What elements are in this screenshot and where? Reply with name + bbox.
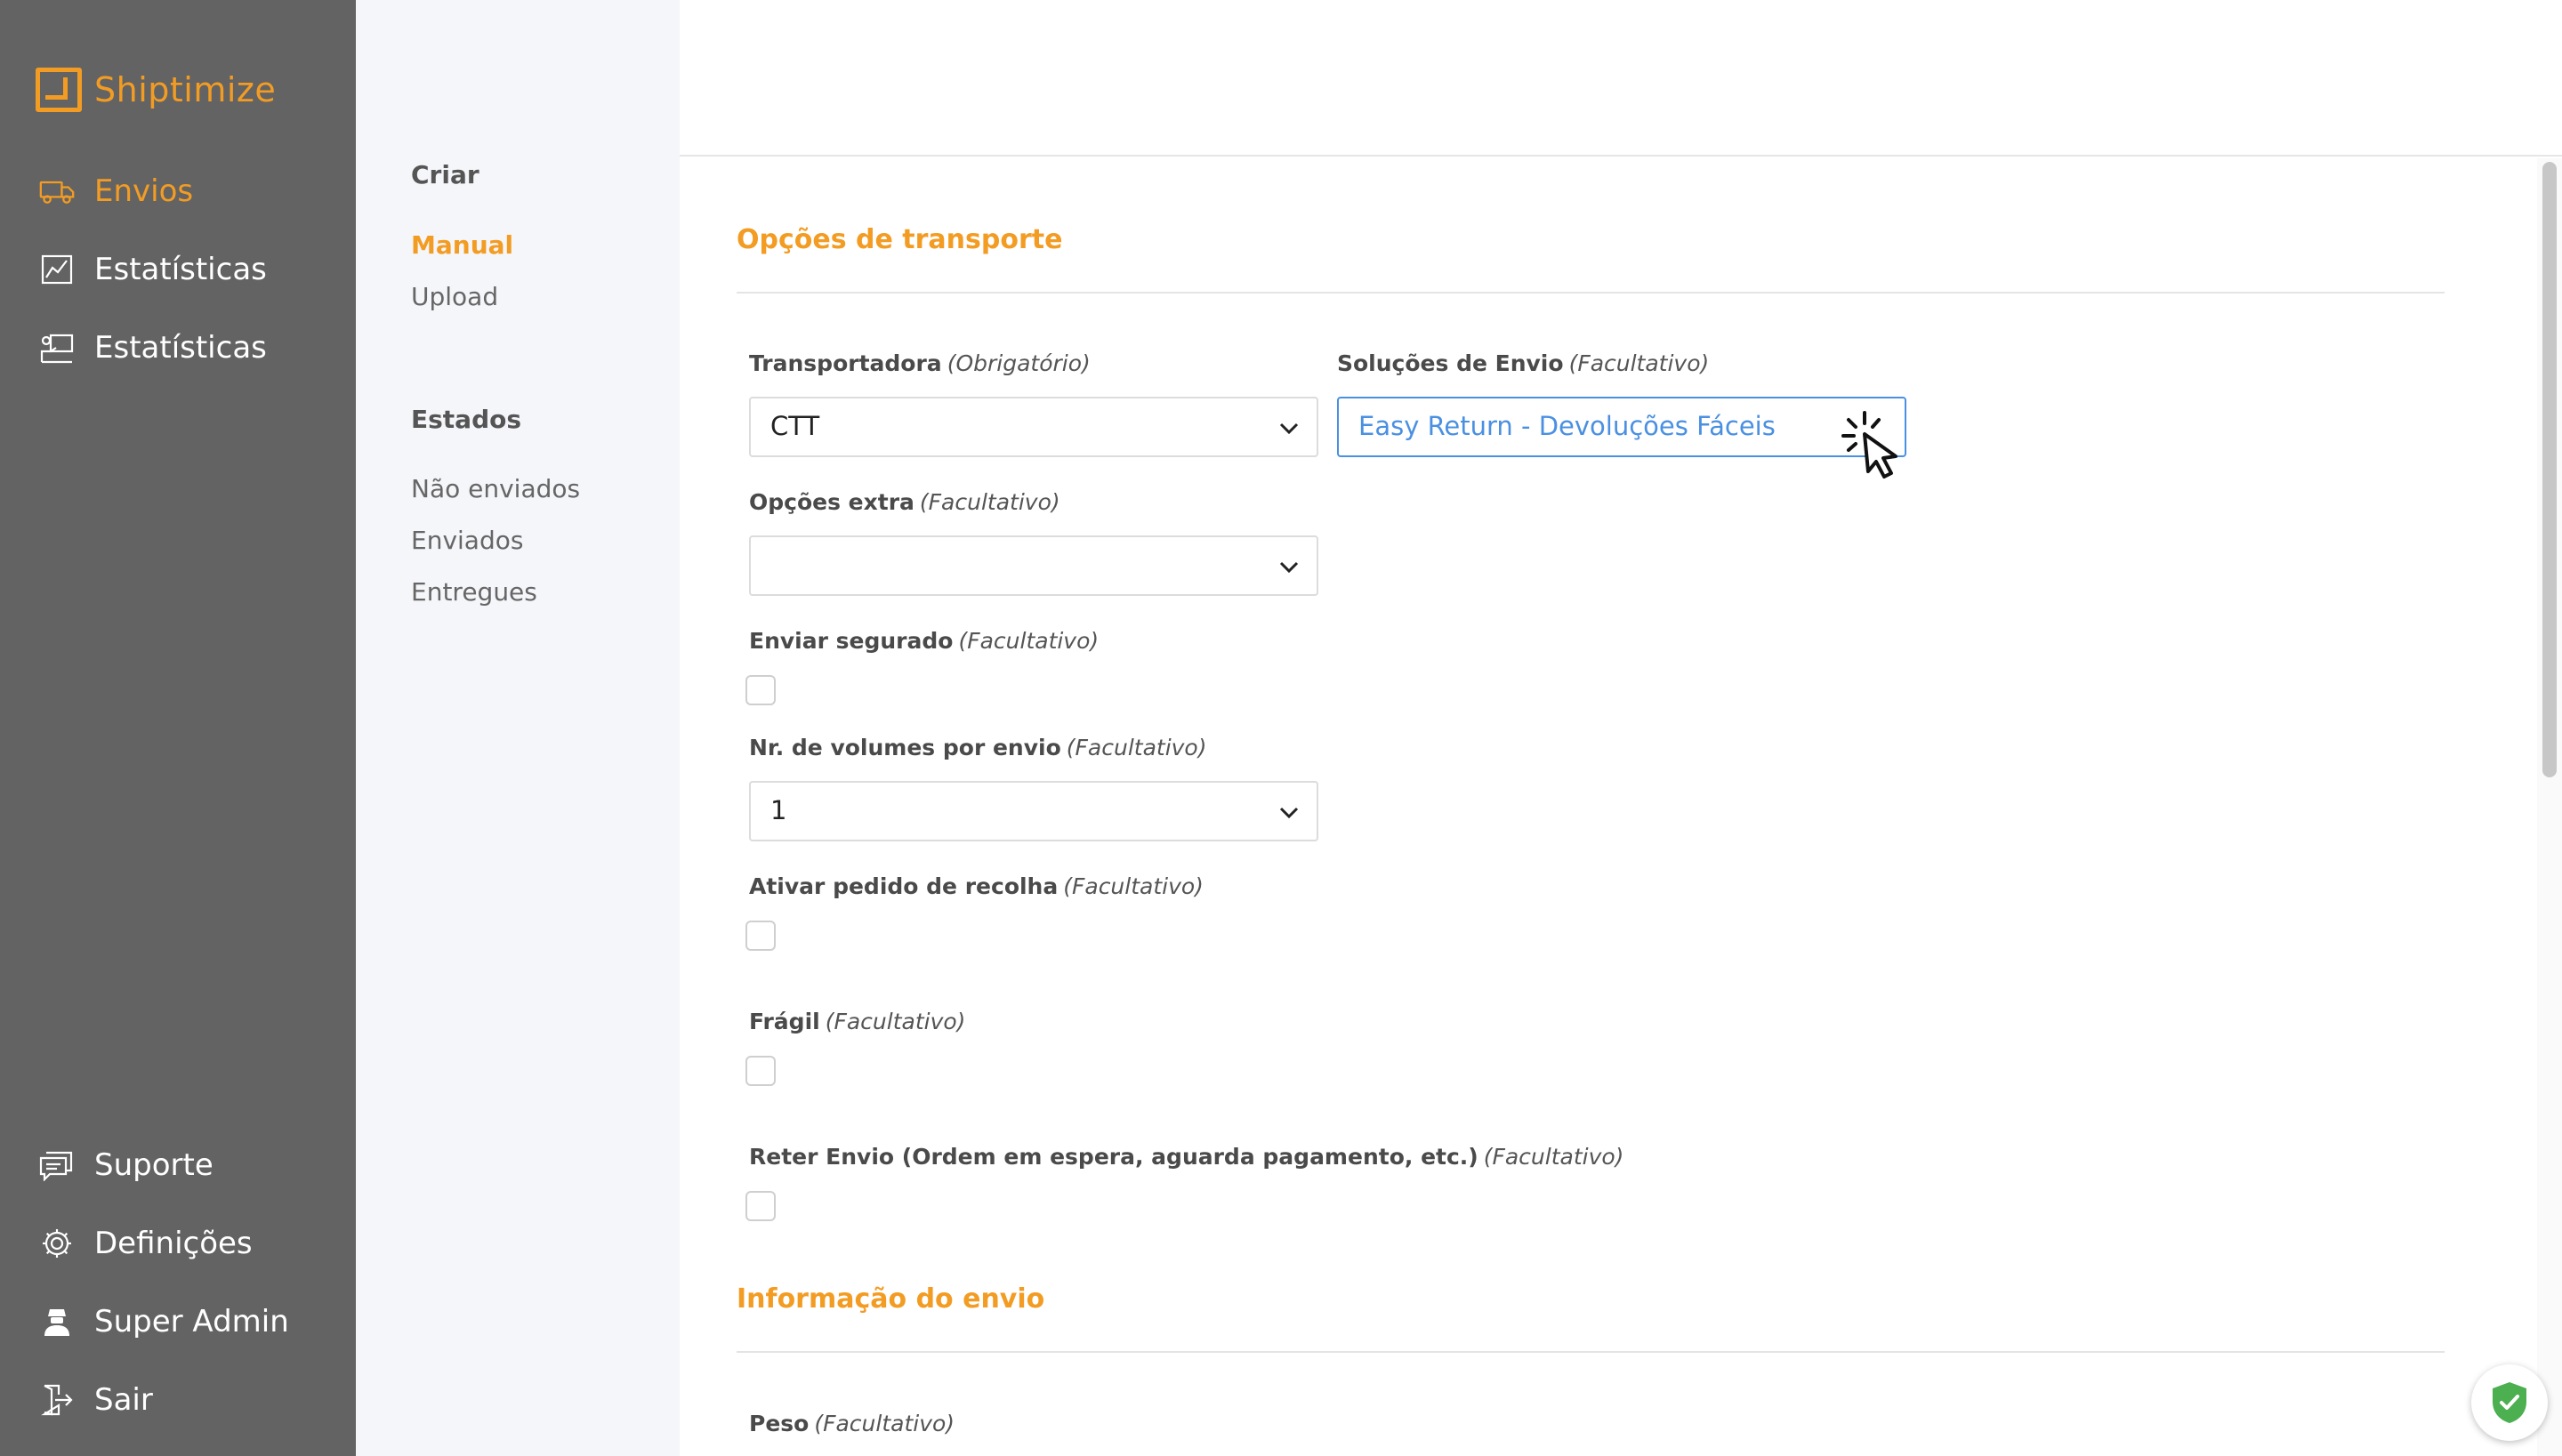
user-admin-icon bbox=[39, 1304, 75, 1339]
section-title-transport: Opções de transporte bbox=[737, 224, 1063, 255]
hold-label-text: Reter Envio (Ordem em espera, aguarda pa… bbox=[749, 1144, 1478, 1170]
sidebar-item-envios[interactable]: Envios bbox=[39, 169, 193, 213]
extra-options-label: Opções extra (Facultativo) bbox=[749, 489, 1060, 515]
weight-label-text: Peso bbox=[749, 1411, 810, 1436]
shipping-solutions-select-value: Easy Return - Devoluções Fáceis bbox=[1358, 411, 1776, 441]
pickup-label: Ativar pedido de recolha (Facultativo) bbox=[749, 873, 1204, 899]
volumes-select-value: 1 bbox=[770, 795, 787, 825]
hold-checkbox[interactable] bbox=[745, 1191, 776, 1221]
shield-check-icon bbox=[2493, 1382, 2526, 1423]
pickup-label-text: Ativar pedido de recolha bbox=[749, 873, 1059, 899]
sidebar-item-definicoes[interactable]: Definições bbox=[39, 1221, 253, 1266]
sidebar-item-estatisticas[interactable]: Estatísticas bbox=[39, 247, 267, 292]
presentation-chart-icon bbox=[39, 330, 75, 366]
pickup-qualifier: (Facultativo) bbox=[1063, 873, 1204, 899]
fragile-label: Frágil (Facultativo) bbox=[749, 1009, 965, 1034]
sidebar-item-label: Estatísticas bbox=[94, 330, 267, 366]
submenu-link-nao-enviados[interactable]: Não enviados bbox=[411, 474, 580, 503]
logo-mark-icon bbox=[36, 68, 82, 112]
sidebar-item-sair[interactable]: Sair bbox=[39, 1378, 153, 1422]
carrier-select[interactable]: CTT bbox=[749, 397, 1318, 457]
submenu-link-upload[interactable]: Upload bbox=[411, 282, 498, 311]
logo[interactable]: Shiptimize bbox=[36, 68, 276, 112]
scrollbar-thumb[interactable] bbox=[2542, 162, 2557, 777]
sidebar: Shiptimize Envios Estatísticas Estatísti… bbox=[0, 0, 356, 1456]
shipping-solutions-label-text: Soluções de Envio bbox=[1337, 350, 1564, 376]
sidebar-item-label: Estatísticas bbox=[94, 252, 267, 287]
chevron-down-icon bbox=[1279, 807, 1299, 819]
carrier-label: Transportadora (Obrigatório) bbox=[749, 350, 1091, 376]
security-badge[interactable] bbox=[2471, 1364, 2548, 1441]
sidebar-item-estatisticas-2[interactable]: Estatísticas bbox=[39, 326, 267, 370]
chevron-down-icon bbox=[1279, 422, 1299, 435]
extra-options-qualifier: (Facultativo) bbox=[919, 489, 1060, 515]
volumes-label: Nr. de volumes por envio (Facultativo) bbox=[749, 735, 1206, 760]
fragile-label-text: Frágil bbox=[749, 1009, 820, 1034]
insured-qualifier: (Facultativo) bbox=[958, 628, 1100, 654]
shipping-solutions-label: Soluções de Envio (Facultativo) bbox=[1337, 350, 1709, 376]
sidebar-item-super-admin[interactable]: Super Admin bbox=[39, 1299, 289, 1344]
main-content: Opções de transporte Transportadora (Obri… bbox=[680, 0, 2562, 1456]
shipping-solutions-select[interactable]: Easy Return - Devoluções Fáceis bbox=[1337, 397, 1906, 457]
shipping-solutions-qualifier: (Facultativo) bbox=[1568, 350, 1710, 376]
insured-checkbox[interactable] bbox=[745, 675, 776, 705]
fragile-qualifier: (Facultativo) bbox=[825, 1009, 966, 1034]
carrier-label-text: Transportadora bbox=[749, 350, 942, 376]
section-divider bbox=[737, 1351, 2445, 1353]
carrier-select-value: CTT bbox=[770, 411, 820, 441]
submenu: Criar Manual Upload Estados Não enviados… bbox=[356, 0, 680, 1456]
fragile-checkbox[interactable] bbox=[745, 1056, 776, 1086]
volumes-label-text: Nr. de volumes por envio bbox=[749, 735, 1061, 760]
insured-label: Enviar segurado (Facultativo) bbox=[749, 628, 1099, 654]
weight-qualifier: (Facultativo) bbox=[814, 1411, 955, 1436]
sidebar-item-suporte[interactable]: Suporte bbox=[39, 1143, 214, 1187]
top-bar bbox=[680, 0, 2562, 157]
volumes-select[interactable]: 1 bbox=[749, 781, 1318, 841]
extra-options-select[interactable] bbox=[749, 535, 1318, 596]
chevron-down-icon bbox=[1279, 561, 1299, 574]
extra-options-label-text: Opções extra bbox=[749, 489, 914, 515]
submenu-link-manual[interactable]: Manual bbox=[411, 230, 513, 260]
chat-icon bbox=[39, 1147, 75, 1183]
gear-icon bbox=[39, 1226, 75, 1261]
pickup-checkbox[interactable] bbox=[745, 921, 776, 951]
sidebar-item-label: Sair bbox=[94, 1382, 153, 1418]
line-chart-icon bbox=[39, 252, 75, 287]
sidebar-item-label: Envios bbox=[94, 173, 194, 209]
logo-text: Shiptimize bbox=[94, 70, 277, 109]
hold-label: Reter Envio (Ordem em espera, aguarda pa… bbox=[749, 1144, 1623, 1170]
carrier-qualifier: (Obrigatório) bbox=[947, 350, 1091, 376]
insured-label-text: Enviar segurado bbox=[749, 628, 954, 654]
submenu-heading-criar: Criar bbox=[411, 160, 479, 189]
section-divider bbox=[737, 292, 2445, 294]
submenu-heading-estados: Estados bbox=[411, 405, 522, 434]
volumes-qualifier: (Facultativo) bbox=[1066, 735, 1207, 760]
submenu-link-enviados[interactable]: Enviados bbox=[411, 526, 523, 555]
section-title-shipment: Informação do envio bbox=[737, 1283, 1045, 1315]
sidebar-item-label: Suporte bbox=[94, 1147, 214, 1183]
submenu-link-entregues[interactable]: Entregues bbox=[411, 577, 537, 607]
sidebar-item-label: Super Admin bbox=[94, 1304, 289, 1339]
sidebar-item-label: Definições bbox=[94, 1226, 253, 1261]
hold-qualifier: (Facultativo) bbox=[1483, 1144, 1624, 1170]
logout-icon bbox=[39, 1382, 75, 1418]
click-cursor-icon bbox=[1841, 411, 1897, 479]
truck-icon bbox=[39, 173, 75, 209]
weight-label: Peso (Facultativo) bbox=[749, 1411, 955, 1436]
